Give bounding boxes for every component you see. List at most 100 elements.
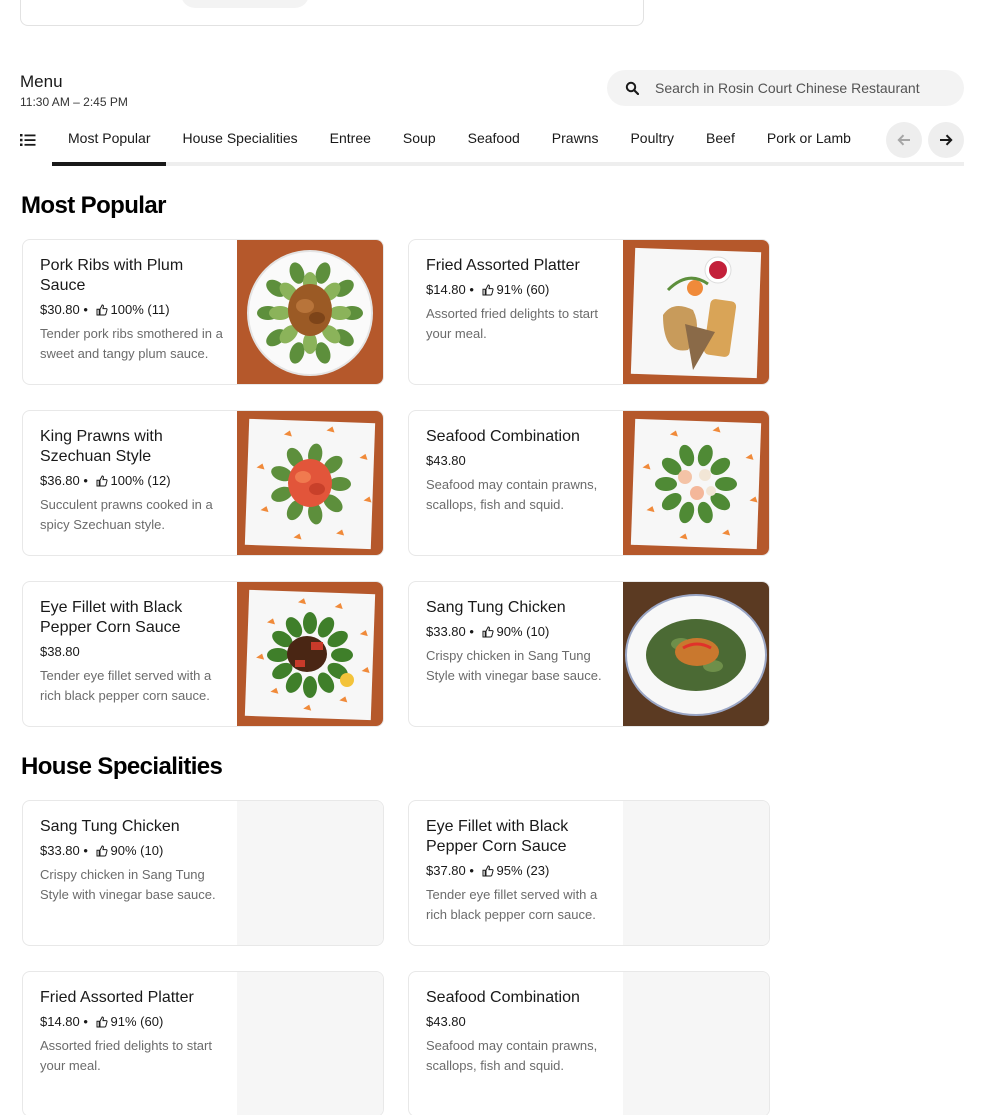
item-description: Crispy chicken in Sang Tung Style with v… — [426, 648, 602, 683]
item-name: Sang Tung Chicken — [426, 599, 566, 616]
item-meta: $33.80 • 90% (10) — [40, 841, 224, 861]
item-meta: $36.80 • 100% (12) — [40, 471, 224, 491]
item-price: $37.80 — [426, 863, 466, 878]
tabs-next-button[interactable] — [928, 122, 964, 158]
item-description: Succulent prawns cooked in a spicy Szech… — [40, 497, 213, 532]
tab-seafood[interactable]: Seafood — [452, 118, 536, 166]
menu-item-body: King Prawns with Szechuan Style $36.80 • … — [40, 427, 224, 535]
search-input[interactable] — [655, 80, 945, 96]
menu-item-card[interactable]: Fried Assorted Platter $14.80 • 91% (60) A… — [408, 239, 770, 385]
menu-item-card[interactable]: Seafood Combination $43.80 Seafood may con… — [408, 971, 770, 1115]
meta-separator: • — [465, 624, 478, 639]
item-meta: $43.80 — [426, 451, 610, 471]
menu-item-card[interactable]: Pork Ribs with Plum Sauce $30.80 • 100% (… — [22, 239, 384, 385]
item-name: Fried Assorted Platter — [426, 257, 580, 274]
item-name: Eye Fillet with Black Pepper Corn Sauce — [426, 818, 569, 855]
menu-item-card[interactable]: Fried Assorted Platter $14.80 • 91% (60) A… — [22, 971, 384, 1115]
tabs-prev-button[interactable] — [886, 122, 922, 158]
menu-item-card[interactable]: Eye Fillet with Black Pepper Corn Sauce $… — [22, 581, 384, 727]
tab-entree[interactable]: Entree — [314, 118, 387, 166]
item-name: King Prawns with Szechuan Style — [40, 428, 163, 465]
item-name: Eye Fillet with Black Pepper Corn Sauce — [40, 599, 183, 636]
search-icon — [625, 81, 639, 95]
item-description: Seafood may contain prawns, scallops, fi… — [426, 477, 598, 512]
item-rating: 100% (11) — [110, 302, 170, 317]
item-name: Seafood Combination — [426, 989, 580, 1006]
menu-item-body: Seafood Combination $43.80 Seafood may con… — [426, 427, 610, 515]
item-description: Tender eye fillet served with a rich bla… — [40, 668, 212, 703]
tab-most-popular[interactable]: Most Popular — [52, 118, 167, 166]
category-tab-bar: Most Popular House Specialities Entree Soup… — [20, 118, 964, 166]
item-image — [237, 582, 383, 726]
thumbs-up-icon — [96, 475, 108, 487]
menu-item-body: Eye Fillet with Black Pepper Corn Sauce $… — [40, 598, 224, 706]
meta-separator: • — [79, 302, 92, 317]
item-image — [623, 411, 769, 555]
item-price: $33.80 — [40, 843, 80, 858]
menu-title: Menu — [20, 72, 63, 91]
item-meta: $14.80 • 91% (60) — [40, 1012, 224, 1032]
thumbs-up-icon — [96, 304, 108, 316]
menu-header: Menu 11:30 AM – 2:45 PM — [20, 72, 128, 109]
category-list-icon[interactable] — [20, 132, 36, 148]
item-image — [237, 801, 383, 945]
item-price: $38.80 — [40, 644, 80, 659]
item-meta: $37.80 • 95% (23) — [426, 861, 610, 881]
item-price: $30.80 — [40, 302, 80, 317]
item-image — [237, 240, 383, 384]
store-info-pill-button[interactable] — [181, 0, 309, 8]
item-name: Seafood Combination — [426, 428, 580, 445]
item-meta: $43.80 — [426, 1012, 610, 1032]
item-image — [237, 972, 383, 1115]
item-description: Tender eye fillet served with a rich bla… — [426, 887, 598, 922]
item-description: Tender pork ribs smothered in a sweet an… — [40, 326, 223, 361]
item-meta: $30.80 • 100% (11) — [40, 300, 224, 320]
item-image — [623, 240, 769, 384]
tab-prawns[interactable]: Prawns — [536, 118, 615, 166]
item-image — [623, 801, 769, 945]
menu-item-body: Fried Assorted Platter $14.80 • 91% (60) A… — [40, 988, 224, 1076]
item-rating: 90% (10) — [496, 624, 550, 639]
item-description: Assorted fried delights to start your me… — [40, 1038, 212, 1073]
store-info-card — [20, 0, 644, 26]
menu-item-card[interactable]: Seafood Combination $43.80 Seafood may con… — [408, 410, 770, 556]
menu-item-card[interactable]: Sang Tung Chicken $33.80 • 90% (10) Crispy… — [408, 581, 770, 727]
menu-item-body: Pork Ribs with Plum Sauce $30.80 • 100% (… — [40, 256, 224, 364]
menu-item-body: Sang Tung Chicken $33.80 • 90% (10) Crispy… — [426, 598, 610, 686]
meta-separator: • — [79, 1014, 92, 1029]
item-description: Crispy chicken in Sang Tung Style with v… — [40, 867, 216, 902]
menu-hours: 11:30 AM – 2:45 PM — [20, 95, 128, 109]
section-title-most-popular: Most Popular — [21, 192, 166, 219]
tab-beef[interactable]: Beef — [690, 118, 751, 166]
meta-separator: • — [79, 843, 92, 858]
meta-separator: • — [465, 863, 478, 878]
item-name: Fried Assorted Platter — [40, 989, 194, 1006]
thumbs-up-icon — [96, 845, 108, 857]
item-price: $14.80 — [426, 282, 466, 297]
menu-item-body: Seafood Combination $43.80 Seafood may con… — [426, 988, 610, 1076]
tabs-viewport: Most Popular House Specialities Entree Soup… — [52, 118, 897, 166]
arrow-right-icon — [940, 134, 953, 146]
arrow-left-icon — [897, 134, 910, 146]
menu-search-box[interactable] — [607, 70, 964, 106]
menu-item-card[interactable]: King Prawns with Szechuan Style $36.80 • … — [22, 410, 384, 556]
item-rating: 100% (12) — [110, 473, 171, 488]
item-price: $33.80 — [426, 624, 466, 639]
tab-house-specialities[interactable]: House Specialities — [166, 118, 313, 166]
item-description: Assorted fried delights to start your me… — [426, 306, 598, 341]
item-name: Pork Ribs with Plum Sauce — [40, 257, 184, 294]
tab-soup[interactable]: Soup — [387, 118, 452, 166]
thumbs-up-icon — [482, 865, 494, 877]
item-price: $14.80 — [40, 1014, 80, 1029]
item-price: $43.80 — [426, 453, 466, 468]
meta-separator: • — [79, 473, 92, 488]
thumbs-up-icon — [96, 1016, 108, 1028]
tab-pork-or-lamb[interactable]: Pork or Lamb — [751, 118, 867, 166]
item-image — [623, 972, 769, 1115]
tab-poultry[interactable]: Poultry — [614, 118, 690, 166]
meta-separator: • — [465, 282, 478, 297]
item-description: Seafood may contain prawns, scallops, fi… — [426, 1038, 598, 1073]
menu-item-card[interactable]: Sang Tung Chicken $33.80 • 90% (10) Crispy… — [22, 800, 384, 946]
menu-item-card[interactable]: Eye Fillet with Black Pepper Corn Sauce $… — [408, 800, 770, 946]
menu-item-body: Fried Assorted Platter $14.80 • 91% (60) A… — [426, 256, 610, 344]
